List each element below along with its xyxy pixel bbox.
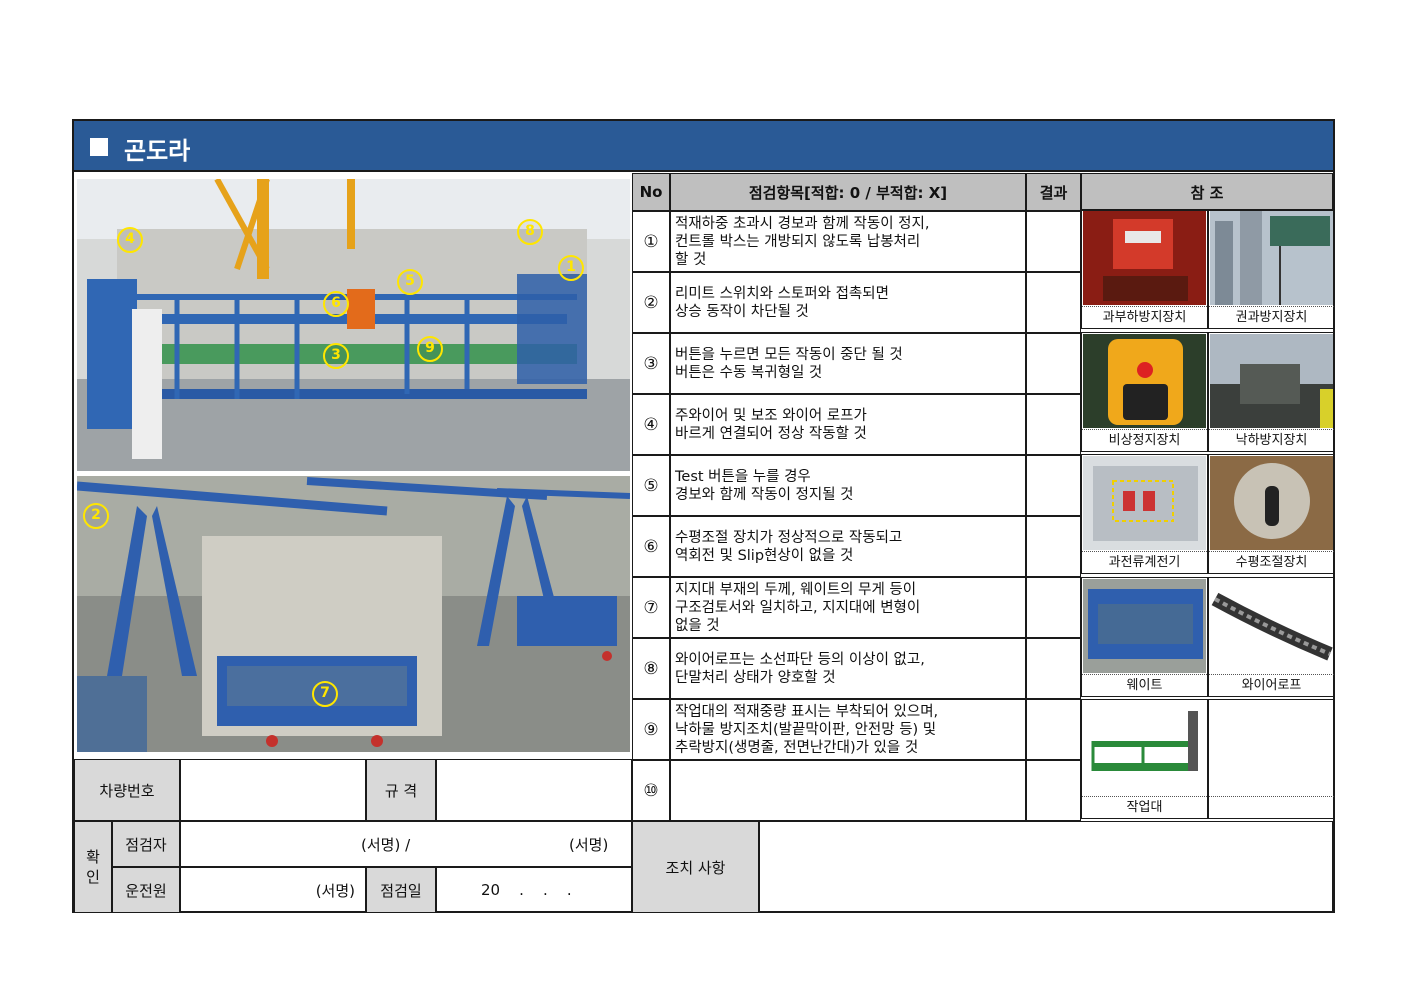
marker-6: 6 xyxy=(323,291,349,317)
header-reference: 참 조 xyxy=(1081,173,1333,211)
header-result: 결과 xyxy=(1026,173,1081,211)
support-frame-photo: 2 7 xyxy=(77,476,630,752)
ref-empty xyxy=(1208,699,1335,819)
check-item-text: 버튼을 누르면 모든 작동이 중단 될 것 버튼은 수동 복귀형일 것 xyxy=(675,346,903,381)
marker-7: 7 xyxy=(312,681,338,707)
marker-9: 9 xyxy=(417,336,443,362)
inspection-date-label: 점검일 xyxy=(366,867,436,913)
ref-overload-device: 과부하방지장치 xyxy=(1081,209,1208,329)
ref-caption-4: 낙하방지장치 xyxy=(1209,429,1334,451)
result-field[interactable] xyxy=(1026,638,1081,699)
operator-sign-field[interactable]: (서명) xyxy=(180,867,366,913)
inspector-label: 점검자 xyxy=(112,821,180,867)
gondola-platform-photo: 4 8 1 5 6 3 9 xyxy=(77,179,630,471)
check-item-text: 수평조절 장치가 정상적으로 작동되고 역회전 및 Slip현상이 없을 것 xyxy=(675,529,903,564)
ref-overwind-device: 권과방지장치 xyxy=(1208,209,1335,329)
vehicle-number-label: 차량번호 xyxy=(74,759,180,821)
ref-work-platform: 작업대 xyxy=(1081,699,1208,819)
ref-caption-5: 과전류계전기 xyxy=(1082,551,1207,573)
row-number: ⑥ xyxy=(632,516,670,577)
ref-caption-8: 와이어로프 xyxy=(1209,674,1334,696)
check-item: 수평조절 장치가 정상적으로 작동되고 역회전 및 Slip현상이 없을 것 xyxy=(670,516,1026,577)
check-item: 버튼을 누르면 모든 작동이 중단 될 것 버튼은 수동 복귀형일 것 xyxy=(670,333,1026,394)
result-field[interactable] xyxy=(1026,272,1081,333)
row-number: ④ xyxy=(632,394,670,455)
marker-8: 8 xyxy=(517,219,543,245)
ref-caption-9: 작업대 xyxy=(1082,796,1207,818)
result-field[interactable] xyxy=(1026,333,1081,394)
check-item: 적재하중 초과시 경보과 함께 작동이 정지, 컨트롤 박스는 개방되지 않도록… xyxy=(670,211,1026,272)
check-item-text: 적재하중 초과시 경보과 함께 작동이 정지, 컨트롤 박스는 개방되지 않도록… xyxy=(675,215,930,268)
ref-caption-10 xyxy=(1209,796,1334,818)
operator-label: 운전원 xyxy=(112,867,180,913)
result-field[interactable] xyxy=(1026,211,1081,272)
ref-leveling-device: 수평조절장치 xyxy=(1208,454,1335,574)
ref-caption-2: 권과방지장치 xyxy=(1209,306,1334,328)
ref-caption-6: 수평조절장치 xyxy=(1209,551,1334,573)
check-item: 리미트 스위치와 스토퍼와 접촉되면 상승 동작이 차단될 것 xyxy=(670,272,1026,333)
check-item: 지지대 부재의 두께, 웨이트의 무게 등이 구조검토서와 일치하고, 지지대에… xyxy=(670,577,1026,638)
check-item: Test 버튼을 누를 경우 경보와 함께 작동이 정지될 것 xyxy=(670,455,1026,516)
check-item-text: Test 버튼을 누를 경우 경보와 함께 작동이 정지될 것 xyxy=(675,468,854,503)
spec-field[interactable] xyxy=(436,759,632,821)
row-number: ⑩ xyxy=(632,760,670,821)
inspector-sign-text-2: (서명) xyxy=(569,835,609,854)
row-number: ② xyxy=(632,272,670,333)
header-no: No xyxy=(632,173,670,211)
check-item-text: 지지대 부재의 두께, 웨이트의 무게 등이 구조검토서와 일치하고, 지지대에… xyxy=(675,581,921,634)
check-item-text: 작업대의 적재중량 표시는 부착되어 있으며, 낙하물 방지조치(발끝막이판, … xyxy=(675,703,939,756)
check-item-text: 와이어로프는 소선파단 등의 이상이 없고, 단말처리 상태가 양호할 것 xyxy=(675,651,925,686)
action-label: 조치 사항 xyxy=(632,821,759,913)
inspection-date-field[interactable]: 20 . . . xyxy=(436,867,632,913)
action-field[interactable] xyxy=(759,821,1333,913)
inspector-sign-field[interactable]: (서명) / (서명) xyxy=(180,821,632,867)
marker-3: 3 xyxy=(323,343,349,369)
row-number: ⑦ xyxy=(632,577,670,638)
check-item xyxy=(670,760,1026,821)
check-item: 작업대의 적재중량 표시는 부착되어 있으며, 낙하물 방지조치(발끝막이판, … xyxy=(670,699,1026,760)
marker-4: 4 xyxy=(117,227,143,253)
ref-caption-7: 웨이트 xyxy=(1082,674,1207,696)
operator-sign-text: (서명) xyxy=(315,881,355,900)
title-bar: 곤도라 xyxy=(74,121,1333,172)
row-number: ① xyxy=(632,211,670,272)
row-number: ⑨ xyxy=(632,699,670,760)
header-item: 점검항목[적합: 0 / 부적합: X] xyxy=(670,173,1026,211)
result-field[interactable] xyxy=(1026,516,1081,577)
ref-caption-3: 비상정지장치 xyxy=(1082,429,1207,451)
confirm-label: 확 인 xyxy=(74,821,112,913)
ref-counterweight: 웨이트 xyxy=(1081,577,1208,697)
ref-overcurrent-relay: 과전류계전기 xyxy=(1081,454,1208,574)
row-number: ③ xyxy=(632,333,670,394)
check-item: 주와이어 및 보조 와이어 로프가 바르게 연결되어 정상 작동할 것 xyxy=(670,394,1026,455)
result-field[interactable] xyxy=(1026,394,1081,455)
ref-wire-rope: 와이어로프 xyxy=(1208,577,1335,697)
marker-1: 1 xyxy=(558,255,584,281)
check-item-text: 주와이어 및 보조 와이어 로프가 바르게 연결되어 정상 작동할 것 xyxy=(675,407,867,442)
marker-5: 5 xyxy=(397,269,423,295)
result-field[interactable] xyxy=(1026,455,1081,516)
row-number: ⑧ xyxy=(632,638,670,699)
row-number: ⑤ xyxy=(632,455,670,516)
check-item-text: 리미트 스위치와 스토퍼와 접촉되면 상승 동작이 차단될 것 xyxy=(675,285,889,320)
ref-emergency-stop: 비상정지장치 xyxy=(1081,332,1208,452)
square-bullet-icon xyxy=(90,138,108,156)
marker-2: 2 xyxy=(83,503,109,529)
page-title: 곤도라 xyxy=(124,137,191,165)
vehicle-number-field[interactable] xyxy=(180,759,366,821)
inspector-sign-text: (서명) / xyxy=(361,835,411,854)
spec-label: 규 격 xyxy=(366,759,436,821)
ref-fall-prevention: 낙하방지장치 xyxy=(1208,332,1335,452)
result-field[interactable] xyxy=(1026,760,1081,821)
result-field[interactable] xyxy=(1026,699,1081,760)
check-item: 와이어로프는 소선파단 등의 이상이 없고, 단말처리 상태가 양호할 것 xyxy=(670,638,1026,699)
inspection-sheet: 곤도라 4 8 1 5 6 3 9 2 7 차량번호 규 격 확 인 점검자 (… xyxy=(72,119,1335,913)
result-field[interactable] xyxy=(1026,577,1081,638)
ref-caption-1: 과부하방지장치 xyxy=(1082,306,1207,328)
